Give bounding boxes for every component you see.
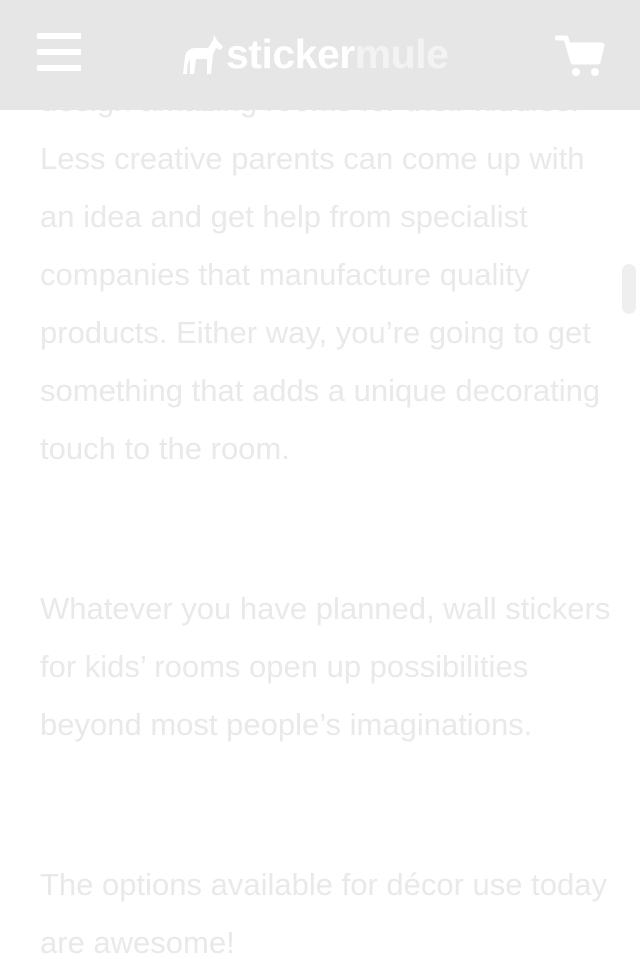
hamburger-menu-icon[interactable] [37,33,81,73]
article-paragraph: design amazing rooms for their kiddies. … [40,83,601,466]
logo-wordmark: stickermule [226,31,449,77]
article-paragraph: Whatever you have planned, wall stickers… [40,591,611,742]
mule-icon [183,35,223,74]
site-header: stickermule [0,0,640,110]
article-paragraph: The options available for décor use toda… [40,867,607,959]
scrollbar-thumb[interactable] [622,264,636,314]
article-body: design amazing rooms for their kiddies. … [0,0,640,959]
shopping-cart-icon[interactable] [554,34,605,78]
site-logo[interactable]: stickermule [180,30,449,78]
